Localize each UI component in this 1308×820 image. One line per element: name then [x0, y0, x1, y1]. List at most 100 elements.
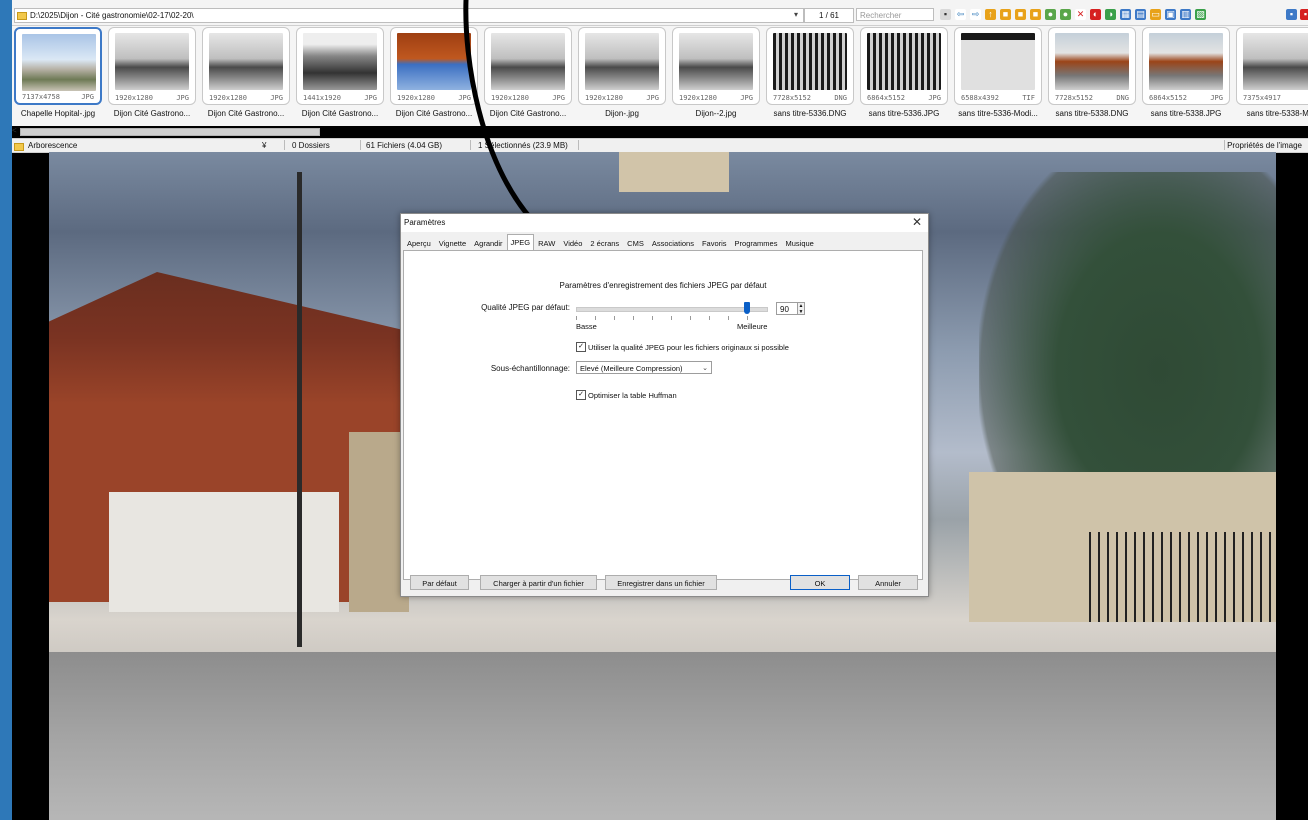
quality-slider-handle[interactable] [744, 302, 750, 314]
forward-arrow-icon[interactable]: ⇨ [970, 9, 981, 20]
thumbnail-dimensions: 1920x1280 [397, 94, 435, 102]
tab-associations[interactable]: Associations [648, 236, 698, 251]
tree-label[interactable]: Arborescence [28, 141, 77, 150]
tab-cms[interactable]: CMS [623, 236, 648, 251]
thumbnail-dimensions: 1441x1920 [303, 94, 341, 102]
quality-slider-track[interactable] [576, 307, 768, 312]
optimize-huffman-label: Optimiser la table Huffman [588, 390, 677, 400]
move-icon[interactable]: ● [1060, 9, 1071, 20]
thumbnail-extension: DNG [834, 94, 847, 102]
tree-toggle-icon[interactable]: ¥ [262, 141, 266, 150]
thumbnail-item[interactable]: 1920x1280 JPG Dijon Cité Gastrono... [108, 27, 196, 119]
batch-icon[interactable]: ▤ [1135, 9, 1146, 20]
scan-icon[interactable]: ▣ [1165, 9, 1176, 20]
rotate-right-icon[interactable]: ◑ [1105, 9, 1116, 20]
thumbnail-item[interactable]: 6864x5152 JPG sans titre-5338.JPG [1142, 27, 1230, 119]
view-icon[interactable]: ▪ [1286, 9, 1297, 20]
thumbnail-dimensions: 1920x1280 [209, 94, 247, 102]
thumbnail-scrollbar[interactable] [20, 128, 320, 136]
thumbnail-frame: 1441x1920 JPG [296, 27, 384, 105]
delete-icon[interactable]: ✕ [1075, 9, 1086, 20]
tab-jpeg[interactable]: JPEG [506, 234, 535, 250]
thumbnail-item[interactable]: 1920x1280 JPG Dijon-.jpg [578, 27, 666, 119]
thumbnail-item[interactable]: 1920x1280 JPG Dijon Cité Gastrono... [390, 27, 478, 119]
thumbnail-frame: 1920x1280 JPG [390, 27, 478, 105]
thumbnail-extension: DNG [1116, 94, 1129, 102]
tab-2-crans[interactable]: 2 écrans [586, 236, 623, 251]
thumbnail-dimensions: 1920x1280 [679, 94, 717, 102]
thumbnail-frame: 6864x5152 JPG [1142, 27, 1230, 105]
search-input[interactable]: Rechercher [856, 8, 934, 21]
path-bar[interactable]: D:\2025\Dijon - Cité gastronomie\02-17\0… [14, 8, 804, 23]
thumbnail-item[interactable]: 7137x4758 JPG Chapelle Hopital-.jpg [14, 27, 102, 119]
cancel-button[interactable]: Annuler [858, 575, 918, 590]
thumbnail-item[interactable]: 6864x5152 JPG sans titre-5336.JPG [860, 27, 948, 119]
folder-icon[interactable]: ■ [1015, 9, 1026, 20]
thumbnail-extension: JPG [176, 94, 189, 102]
thumbnail-image [491, 33, 565, 90]
path-dropdown-icon[interactable]: ▾ [790, 8, 802, 21]
settings-icon[interactable]: ▥ [1180, 9, 1191, 20]
thumbnail-frame: 1920x1280 JPG [484, 27, 572, 105]
thumbnail-filename: sans titre-5338.JPG [1150, 109, 1222, 118]
folder-icon[interactable]: ■ [1000, 9, 1011, 20]
thumbnail-image [679, 33, 753, 90]
optimize-huffman-checkbox[interactable]: ✓ Optimiser la table Huffman [576, 390, 677, 400]
save-to-file-button[interactable]: Enregistrer dans un fichier [605, 575, 717, 590]
spin-buttons[interactable]: ▲ ▼ [797, 302, 805, 315]
thumbnail-filename: sans titre-5338-Mo [1246, 109, 1308, 118]
ok-button[interactable]: OK [790, 575, 850, 590]
thumbnail-item[interactable]: 6588x4392 TIF sans titre-5336-Modi... [954, 27, 1042, 119]
tab-raw[interactable]: RAW [534, 236, 559, 251]
tab-vid-o[interactable]: Vidéo [559, 236, 586, 251]
tab-agrandir[interactable]: Agrandir [470, 236, 506, 251]
thumbnail-image [397, 33, 471, 90]
tab-musique[interactable]: Musique [781, 236, 817, 251]
print-icon[interactable]: ▭ [1150, 9, 1161, 20]
tab-aper-u[interactable]: Aperçu [403, 236, 435, 251]
thumbnail-frame: 7728x5152 DNG [766, 27, 854, 105]
tab-programmes[interactable]: Programmes [731, 236, 782, 251]
image-properties-label[interactable]: Propriétés de l'image [1227, 141, 1302, 150]
thumbnail-item[interactable]: 1920x1280 JPG Dijon--2.jpg [672, 27, 760, 119]
copy-icon[interactable]: ● [1045, 9, 1056, 20]
edit-icon[interactable]: ▧ [1195, 9, 1206, 20]
slideshow-icon[interactable]: ▦ [1120, 9, 1131, 20]
use-original-quality-checkbox[interactable]: ✓ Utiliser la qualité JPEG pour les fich… [576, 342, 789, 352]
thumbnail-dimensions: 6864x5152 [1149, 94, 1187, 102]
photo-building [109, 492, 339, 612]
selected-count: 1 Sélectionnés (23.9 MB) [478, 141, 568, 150]
thumbnail-filename: Chapelle Hopital-.jpg [20, 109, 96, 118]
load-from-file-button[interactable]: Charger à partir d'un fichier [480, 575, 597, 590]
thumbnail-item[interactable]: 1920x1280 JPG Dijon Cité Gastrono... [202, 27, 290, 119]
thumbnail-frame: 6588x4392 TIF [954, 27, 1042, 105]
tab-favoris[interactable]: Favoris [698, 236, 731, 251]
toolbar-icons: ▪ ⇦ ⇨ ↑ ■ ■ ■ ● ● ✕ ◐ ◑ ▦ ▤ ▭ ▣ ▥ ▧ [940, 9, 1206, 21]
thumbnail-filename: sans titre-5338.DNG [1055, 109, 1129, 118]
thumbnail-filename: sans titre-5336.JPG [868, 109, 940, 118]
jpeg-heading: Paramètres d'enregistrement des fichiers… [559, 281, 767, 290]
back-arrow-icon[interactable]: ⇦ [955, 9, 966, 20]
thumbnail-item[interactable]: 7375x4917 sans titre-5338-Mo [1236, 27, 1308, 119]
jpeg-settings-panel: Paramètres d'enregistrement des fichiers… [403, 250, 923, 580]
thumbnail-dimensions: 1920x1280 [491, 94, 529, 102]
exit-icon[interactable]: ▪ [1300, 9, 1308, 20]
scroll-left-arrow[interactable]: < [12, 126, 20, 135]
thumbnail-filename: Dijon--2.jpg [695, 109, 737, 118]
rotate-left-icon[interactable]: ◐ [1090, 9, 1101, 20]
dropdown-icon[interactable]: ▪ [940, 9, 951, 20]
thumbnail-item[interactable]: 1441x1920 JPG Dijon Cité Gastrono... [296, 27, 384, 119]
thumbnail-filename: Dijon Cité Gastrono... [301, 109, 379, 118]
low-label: Basse [576, 322, 597, 331]
folder-icon[interactable]: ■ [1030, 9, 1041, 20]
thumbnail-extension: JPG [928, 94, 941, 102]
subsampling-select[interactable]: Elevé (Meilleure Compression) ⌄ [576, 361, 712, 374]
default-button[interactable]: Par défaut [410, 575, 469, 590]
photo-fence [1089, 532, 1276, 622]
close-icon[interactable]: ✕ [912, 215, 922, 229]
thumbnail-item[interactable]: 1920x1280 JPG Dijon Cité Gastrono... [484, 27, 572, 119]
thumbnail-item[interactable]: 7728x5152 DNG sans titre-5336.DNG [766, 27, 854, 119]
up-folder-icon[interactable]: ↑ [985, 9, 996, 20]
tab-vignette[interactable]: Vignette [435, 236, 470, 251]
thumbnail-item[interactable]: 7728x5152 DNG sans titre-5338.DNG [1048, 27, 1136, 119]
